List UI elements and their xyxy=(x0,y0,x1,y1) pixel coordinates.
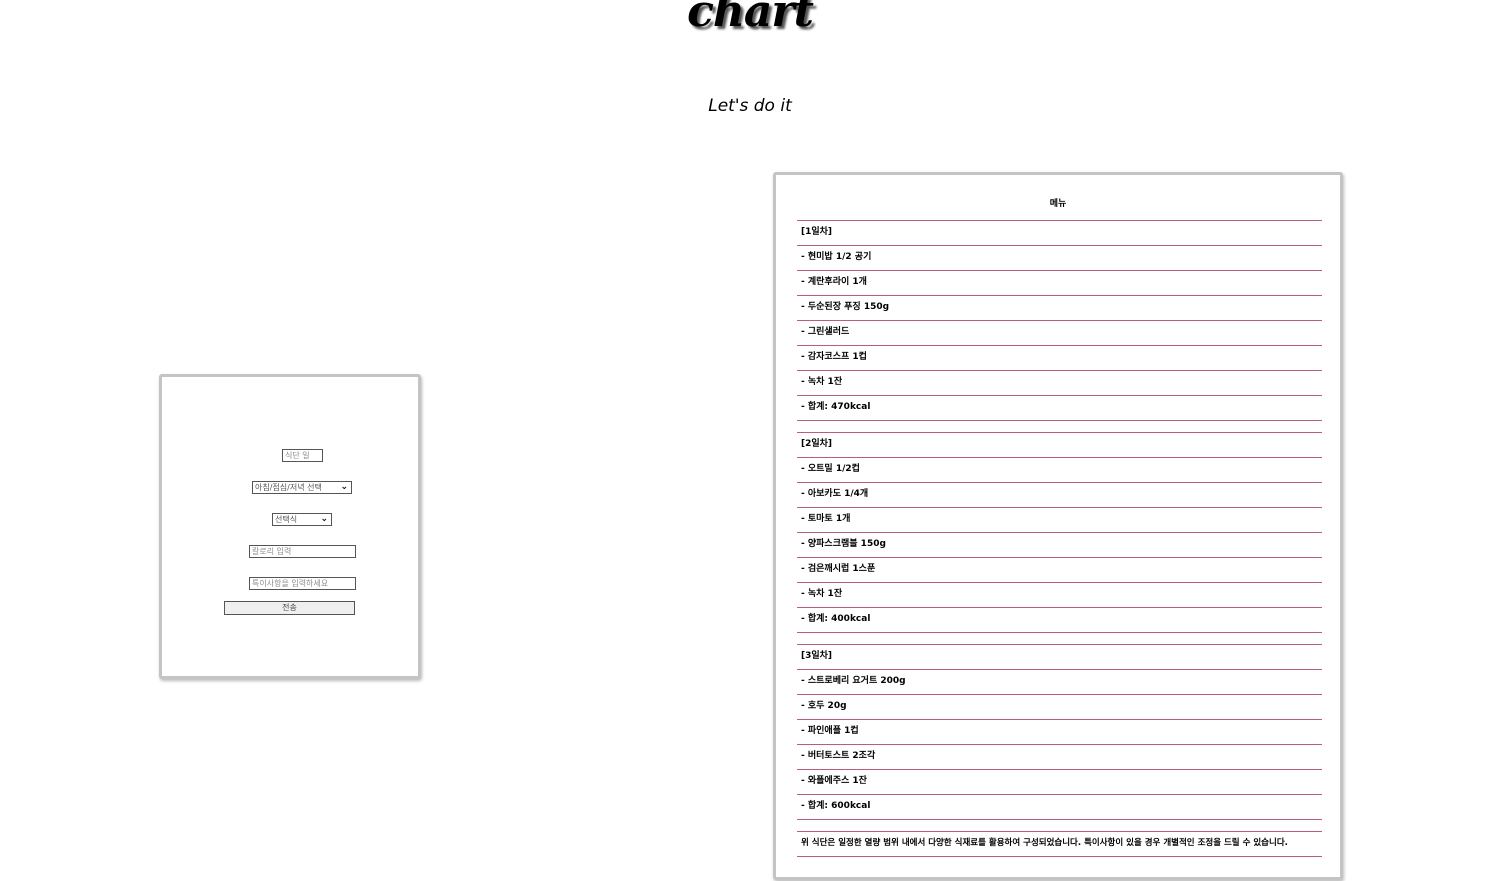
menu-divider xyxy=(797,420,1322,421)
menu-divider xyxy=(797,320,1322,321)
menu-item: - 아보카도 1/4개 xyxy=(801,489,869,499)
menu-item: - 계란후라이 1개 xyxy=(801,277,867,287)
page-title: chart xyxy=(687,0,814,37)
menu-divider xyxy=(797,395,1322,396)
menu-divider xyxy=(797,794,1322,795)
menu-item: - 합계: 470kcal xyxy=(801,402,871,412)
menu-divider xyxy=(797,769,1322,770)
menu-item: - 와플에주스 1잔 xyxy=(801,776,867,786)
submit-button[interactable]: 전송 xyxy=(224,601,355,615)
menu-item: - 두순된장 푸징 150g xyxy=(801,302,890,312)
meal-entry-form: 식단 일 아침/점심/저녁 선택 ⌄ 선택식 ⌄ 칼로리 입력 특이사항을 입력… xyxy=(159,374,421,679)
menu-item: - 현미밥 1/2 공기 xyxy=(801,252,872,262)
menu-divider xyxy=(797,632,1322,633)
menu-divider xyxy=(797,744,1322,745)
chevron-down-icon: ⌄ xyxy=(320,514,328,524)
menu-item: - 스트로베리 요거트 200g xyxy=(801,676,906,686)
menu-divider xyxy=(797,220,1322,221)
menu-item: - 감자코스프 1컵 xyxy=(801,352,867,362)
menu-divider xyxy=(797,295,1322,296)
menu-day-label: [2일차] xyxy=(801,439,833,449)
menu-divider xyxy=(797,270,1322,271)
page-subtitle: Let's do it xyxy=(708,96,792,116)
menu-day-label: [3일차] xyxy=(801,651,833,661)
menu-divider xyxy=(797,819,1322,820)
menu-item: - 검은깨시럽 1스푼 xyxy=(801,564,876,574)
menu-item: - 녹차 1잔 xyxy=(801,589,843,599)
calorie-input[interactable]: 칼로리 입력 xyxy=(249,545,356,558)
menu-divider xyxy=(797,245,1322,246)
menu-divider xyxy=(797,457,1322,458)
menu-divider xyxy=(797,345,1322,346)
menu-item: - 버터토스트 2조각 xyxy=(801,751,876,761)
chevron-down-icon: ⌄ xyxy=(340,482,348,492)
food-select-value: 선택식 xyxy=(275,515,298,524)
menu-title: 메뉴 xyxy=(1049,199,1067,209)
menu-divider xyxy=(797,370,1322,371)
menu-item: - 그린샐러드 xyxy=(801,327,850,337)
menu-item: - 호두 20g xyxy=(801,701,847,711)
menu-note: 위 식단은 일정한 열량 범위 내에서 다양한 식재료를 활용하여 구성되었습니… xyxy=(801,838,1288,848)
menu-item: - 녹차 1잔 xyxy=(801,377,843,387)
menu-divider xyxy=(797,669,1322,670)
menu-divider xyxy=(797,694,1322,695)
menu-divider xyxy=(797,607,1322,608)
menu-item: - 양파스크램블 150g xyxy=(801,539,886,549)
menu-divider xyxy=(797,582,1322,583)
menu-divider xyxy=(797,557,1322,558)
meal-time-select[interactable]: 아침/점심/저녁 선택 ⌄ xyxy=(252,481,352,494)
menu-divider xyxy=(797,719,1322,720)
menu-panel: 메뉴 [1일차] - 현미밥 1/2 공기 - 계란후라이 1개 - 두순된장 푸징 … xyxy=(773,172,1343,880)
menu-divider xyxy=(797,482,1322,483)
menu-item: - 토마토 1개 xyxy=(801,514,851,524)
food-select[interactable]: 선택식 ⌄ xyxy=(272,513,332,526)
menu-divider xyxy=(797,507,1322,508)
menu-item: - 오트밀 1/2컵 xyxy=(801,464,860,474)
menu-divider xyxy=(797,532,1322,533)
menu-day-label: [1일차] xyxy=(801,227,833,237)
menu-divider xyxy=(797,644,1322,645)
menu-item: - 파인애플 1컵 xyxy=(801,726,859,736)
menu-divider xyxy=(797,432,1322,433)
notes-input[interactable]: 특이사항을 입력하세요 xyxy=(249,577,356,590)
menu-item: - 합계: 600kcal xyxy=(801,801,871,811)
date-input[interactable]: 식단 일 xyxy=(282,449,323,462)
meal-time-select-value: 아침/점심/저녁 선택 xyxy=(255,483,322,492)
menu-divider xyxy=(797,831,1322,832)
menu-item: - 합계: 400kcal xyxy=(801,614,871,624)
menu-divider xyxy=(797,856,1322,857)
